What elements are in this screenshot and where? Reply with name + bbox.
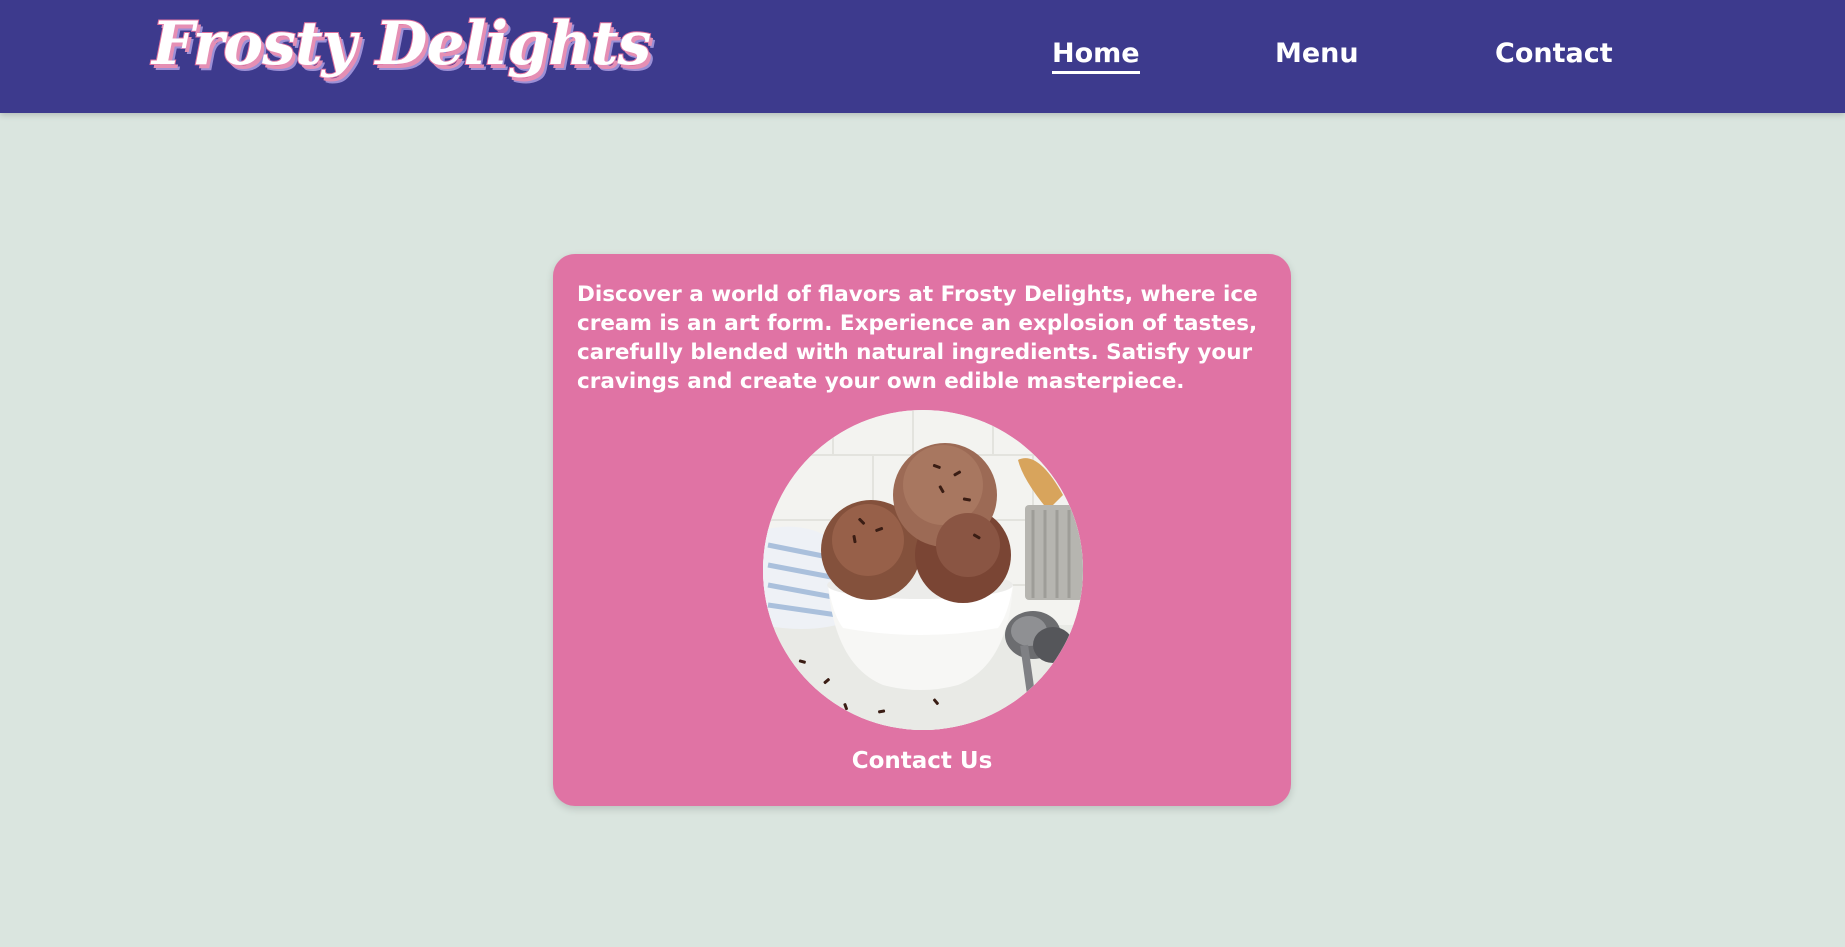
site-header: Frosty Delights Home Menu Contact (0, 0, 1845, 113)
hero-card: Discover a world of flavors at Frosty De… (553, 254, 1291, 806)
nav-link-home[interactable]: Home (1052, 38, 1140, 75)
nav-link-menu[interactable]: Menu (1275, 38, 1359, 70)
nav-link-contact[interactable]: Contact (1495, 38, 1613, 70)
hero-description: Discover a world of flavors at Frosty De… (577, 282, 1258, 394)
contact-us-button[interactable]: Contact Us (553, 748, 1291, 774)
ice-cream-photo (763, 410, 1083, 730)
main-nav: Home Menu Contact (0, 38, 1845, 78)
